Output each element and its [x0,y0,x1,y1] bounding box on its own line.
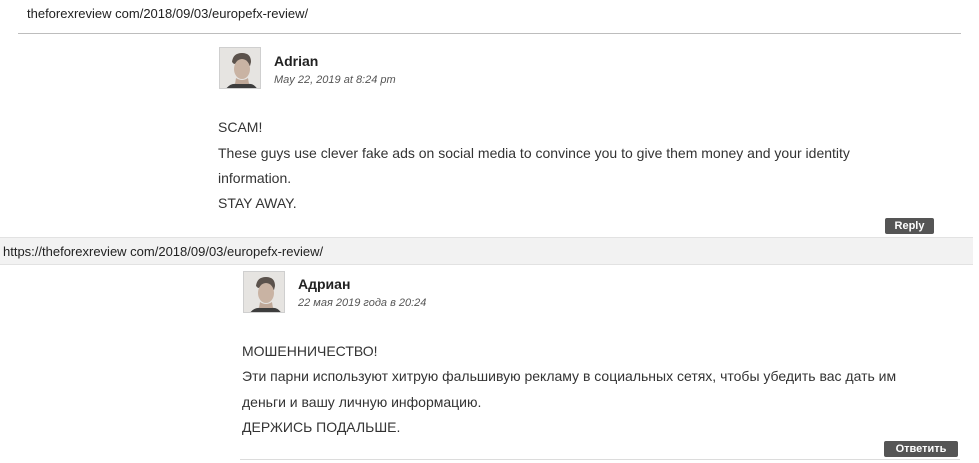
comment-text-line: ДЕРЖИСЬ ПОДАЛЬШЕ. [242,419,401,435]
comment-author[interactable]: Adrian [274,53,318,69]
avatar [243,271,285,313]
avatar-portrait-icon [220,48,260,88]
comment-text-line: STAY AWAY. [218,195,297,211]
comment-date[interactable]: May 22, 2019 at 8:24 pm [274,74,396,86]
comment-text-line: These guys use clever fake ads on social… [218,145,850,161]
comment-text-line: деньги и вашу личную информацию. [242,394,482,410]
divider [240,459,960,460]
reply-button[interactable]: Reply [885,218,934,234]
comment-text-line: information. [218,170,292,186]
comment-author[interactable]: Адриан [298,276,350,292]
reply-button[interactable]: Ответить [884,441,958,457]
comment-text-line: Эти парни используют хитрую фальшивую ре… [242,368,897,384]
avatar [219,47,261,89]
status-bar: https://theforexreview com/2018/09/03/eu… [0,237,973,265]
status-url: https://theforexreview com/2018/09/03/eu… [3,244,324,259]
comment-text-line: МОШЕННИЧЕСТВО! [242,343,378,359]
divider [18,33,961,34]
comment-text-line: SCAM! [218,119,263,135]
source-url-top: theforexreview com/2018/09/03/europefx-r… [27,6,309,21]
page: theforexreview com/2018/09/03/europefx-r… [0,0,979,463]
avatar-portrait-icon [244,272,284,312]
comment-date[interactable]: 22 мая 2019 года в 20:24 [298,297,426,309]
